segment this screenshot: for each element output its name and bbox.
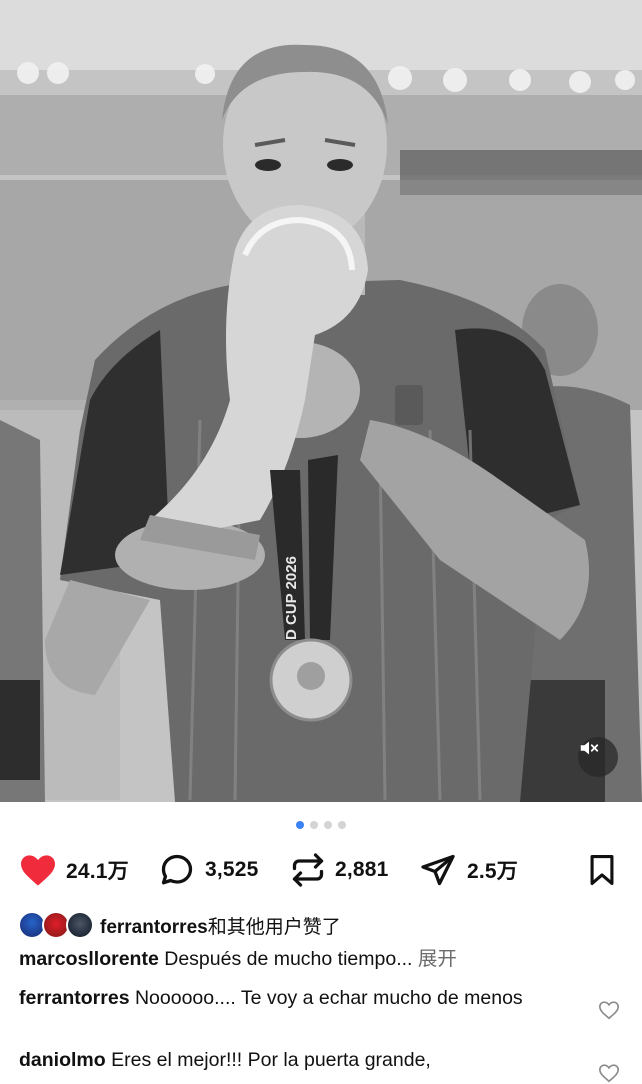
caption-username[interactable]: marcosllorente — [19, 948, 159, 970]
carousel-dot — [338, 821, 346, 829]
carousel-indicator — [0, 821, 642, 831]
comment-like-heart-icon[interactable] — [598, 999, 620, 1021]
comment-bubble-icon — [161, 854, 193, 885]
share-count: 2.5万 — [467, 860, 518, 883]
comment-text: Eres el mejor!!! Por la puerta grande, — [111, 1049, 431, 1071]
liked-by-suffix: 和其他用户赞了 — [207, 916, 341, 938]
carousel-dot — [310, 821, 318, 829]
repost-icon — [292, 853, 324, 887]
caption-text: Después de mucho tiempo... — [164, 948, 413, 970]
player-trophy-photo: D CUP 2026 — [0, 0, 642, 802]
comment-username[interactable]: daniolmo — [19, 1049, 106, 1071]
speaker-muted-icon — [580, 741, 599, 755]
send-icon — [421, 854, 455, 886]
comment-button[interactable]: 3,525 — [158, 850, 259, 890]
like-button[interactable]: 24.1万 — [19, 850, 129, 890]
medal-text: D CUP 2026 — [283, 556, 300, 640]
bookmark-icon — [590, 854, 614, 886]
save-button[interactable] — [585, 850, 619, 890]
post-caption: marcosllorente Después de mucho tiempo..… — [19, 946, 619, 972]
carousel-dot-active — [296, 821, 304, 829]
post-photo[interactable]: D CUP 2026 — [0, 0, 642, 802]
repost-count: 2,881 — [335, 858, 389, 881]
share-button[interactable]: 2.5万 — [418, 850, 518, 890]
carousel-dot — [324, 821, 332, 829]
post-action-bar: 24.1万 3,525 2,881 2.5万 — [0, 850, 642, 890]
comment-text: Noooooo.... Te voy a echar mucho de meno… — [134, 987, 523, 1009]
avatar — [66, 911, 94, 939]
comment-like-heart-icon[interactable] — [598, 1062, 620, 1084]
liked-by-text: ferrantorres和其他用户赞了 — [100, 912, 341, 939]
comment-item: daniolmo Eres el mejor!!! Por la puerta … — [19, 1047, 564, 1073]
liked-by-row[interactable]: ferrantorres和其他用户赞了 — [18, 908, 341, 942]
liker-avatars — [18, 910, 96, 940]
comment-count: 3,525 — [205, 858, 259, 881]
mute-button[interactable] — [578, 737, 618, 777]
expand-caption-link[interactable]: 展开 — [418, 948, 457, 970]
comment-username[interactable]: ferrantorres — [19, 987, 130, 1009]
comment-item: ferrantorres Noooooo.... Te voy a echar … — [19, 985, 564, 1011]
liker-username[interactable]: ferrantorres — [100, 917, 208, 938]
heart-filled-icon — [21, 855, 55, 886]
repost-button[interactable]: 2,881 — [290, 850, 389, 890]
like-count: 24.1万 — [66, 860, 129, 883]
